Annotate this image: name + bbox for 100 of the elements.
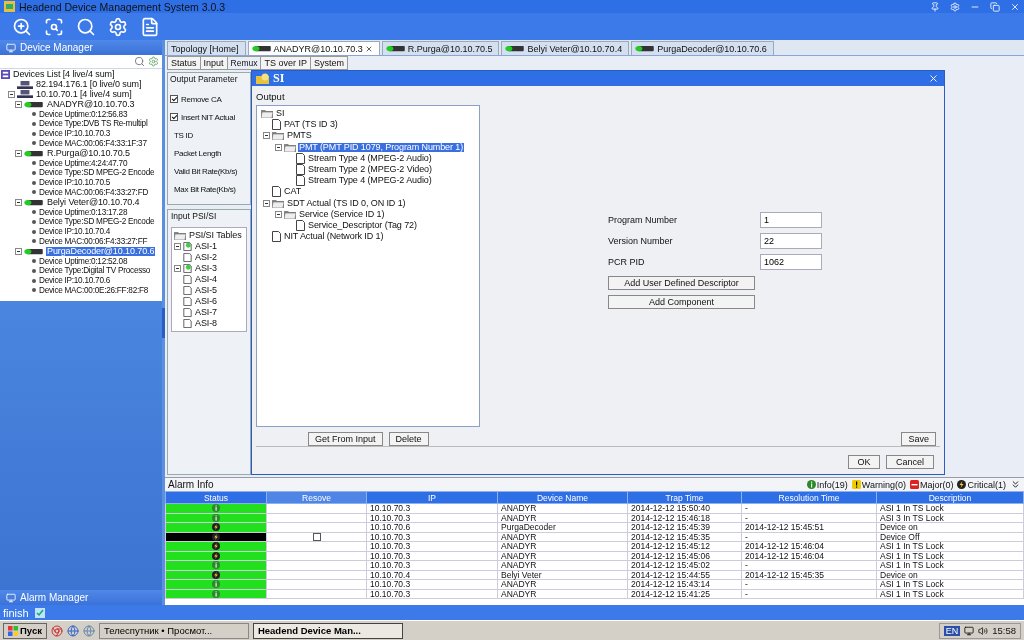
tree-item[interactable]: Device Type:SD MPEG-2 Encode (38, 217, 156, 227)
tree-item[interactable]: Device Uptime:0:12:56.83 (38, 109, 129, 119)
pin-icon[interactable] (930, 1, 940, 12)
collapse-icon[interactable] (15, 149, 22, 157)
column-header[interactable]: IP (366, 491, 498, 504)
tab[interactable]: Input (199, 56, 227, 70)
restore-icon[interactable] (990, 1, 1000, 12)
tree-item[interactable]: PurgaDecoder@10.10.70.6 (46, 246, 156, 256)
volume-icon[interactable] (978, 625, 989, 636)
column-header[interactable]: Device Name (497, 491, 628, 504)
document-icon[interactable] (140, 16, 160, 37)
panel-header[interactable]: Alarm Manager (0, 590, 162, 605)
tree-item[interactable]: Device MAC:00:0E:26:FF:82:F8 (38, 285, 150, 295)
device-tab[interactable]: PurgaDecoder@10.10.70.6 (631, 41, 774, 55)
expand-icon[interactable] (174, 265, 181, 272)
tree-item[interactable]: Device Type:DVB TS Re-multipl (38, 119, 149, 129)
tree-item[interactable]: Device IP:10.10.70.4 (38, 227, 111, 237)
tree-item[interactable]: ASI-6 (194, 297, 218, 306)
tree-item[interactable]: Belyi Veter@10.10.70.4 (46, 197, 141, 207)
tree-item[interactable]: ASI-2 (194, 253, 218, 262)
tree-item[interactable]: Device Type:Digital TV Processo (38, 266, 152, 276)
tree-item[interactable]: PMT (PMT PID 1079, Program Number 1) (298, 142, 465, 152)
tree-item[interactable]: Device Uptime:0:13:17.28 (38, 207, 129, 217)
tree-item[interactable]: NIT Actual (Network ID 1) (283, 232, 385, 242)
tree-item[interactable]: ASI-7 (194, 308, 218, 317)
tree-item[interactable]: Stream Type 4 (MPEG-2 Audio) (307, 153, 433, 163)
close-button[interactable] (927, 72, 940, 85)
column-header[interactable]: Resolution Time (741, 491, 877, 504)
tree-item[interactable]: ASI-8 (194, 319, 218, 328)
scan-search-icon[interactable] (44, 16, 64, 37)
tree-item[interactable]: Device MAC:00:06:F4:33:1F:37 (38, 138, 148, 148)
input-field[interactable]: 1062 (760, 253, 822, 270)
input-field[interactable]: 22 (760, 232, 822, 249)
ok-button[interactable]: OK (848, 454, 880, 469)
tree-item[interactable]: ASI-4 (194, 275, 218, 284)
collapse-icon[interactable] (15, 247, 22, 255)
cancel-button[interactable]: Cancel (886, 454, 934, 469)
search-icon[interactable] (76, 16, 96, 37)
action-button[interactable]: Add User Defined Descriptor (608, 276, 755, 290)
tree-item[interactable]: Device Uptime:0:12:52.08 (38, 256, 129, 266)
tree-item[interactable]: ASI-3 (194, 264, 218, 273)
tree-item[interactable]: Device MAC:00:06:F4:33:27:FF (38, 236, 149, 246)
tree-item[interactable]: Service_Descriptor (Tag 72) (307, 220, 418, 230)
action-button[interactable]: Delete (388, 432, 429, 446)
tab[interactable]: System (310, 56, 348, 70)
tree-item[interactable]: SI (275, 109, 286, 119)
tree-item[interactable]: Stream Type 2 (MPEG-2 Video) (307, 165, 433, 175)
tree-item[interactable]: Device Uptime:4:24:47.70 (38, 158, 129, 168)
tree-item[interactable]: Device Type:SD MPEG-2 Encode (38, 168, 156, 178)
checkbox[interactable] (312, 532, 321, 541)
tree-item[interactable]: SDT Actual (TS ID 0, ON ID 1) (286, 198, 407, 208)
action-button[interactable]: Add Component (608, 295, 755, 309)
device-tab[interactable]: Topology [Home] (167, 41, 246, 55)
close-icon[interactable] (1010, 1, 1020, 12)
tree-item[interactable]: 82.194.176.1 [0 live/0 sum] (35, 80, 143, 90)
tab[interactable]: Status (167, 56, 200, 70)
tree-item[interactable]: ASI-1 (194, 242, 218, 251)
action-button[interactable]: Get From Input (308, 432, 383, 446)
browser-icon[interactable] (50, 624, 63, 637)
tree-item[interactable]: ASI-5 (194, 286, 218, 295)
column-header[interactable]: Status (165, 491, 267, 504)
tree-item[interactable]: ANADYR@10.10.70.3 (46, 99, 136, 109)
device-tab[interactable]: R.Purga@10.10.70.5 (381, 41, 500, 55)
tree-item[interactable]: PSI/SI Tables (188, 231, 243, 240)
collapse-icon[interactable] (15, 198, 22, 206)
language-indicator[interactable]: EN (943, 625, 961, 636)
close-icon[interactable] (364, 44, 373, 53)
tab[interactable]: Remux (226, 56, 261, 70)
column-header[interactable]: Description (876, 491, 1024, 504)
zoom-in-icon[interactable] (12, 16, 32, 37)
taskbar-button[interactable]: Headend Device Man... (252, 622, 403, 639)
checkbox[interactable] (170, 95, 178, 103)
tree-item[interactable]: PMTS (286, 131, 313, 141)
start-button[interactable]: Пуск (3, 622, 47, 639)
column-header[interactable]: Trap Time (627, 491, 742, 504)
tree-item[interactable]: Device IP:10.10.70.6 (38, 276, 111, 286)
splitter-handle[interactable] (162, 307, 165, 338)
globe-icon[interactable] (66, 624, 79, 637)
tab[interactable]: TS over IP (260, 56, 310, 70)
tree-item[interactable]: Devices List [4 live/4 sum] (12, 70, 116, 80)
save-button[interactable]: Save (901, 432, 936, 446)
device-tab[interactable]: Belyi Veter@10.10.70.4 (501, 41, 630, 55)
tree-item[interactable]: Device IP:10.10.70.3 (38, 129, 111, 139)
tree-item[interactable]: R.Purga@10.10.70.5 (46, 148, 131, 158)
tree-item[interactable]: CAT (283, 187, 303, 197)
tree-item[interactable]: Service (Service ID 1) (298, 209, 386, 219)
checkbox[interactable] (170, 113, 178, 121)
input-field[interactable]: 1 (760, 211, 822, 228)
search-icon[interactable] (134, 56, 145, 67)
tree-item[interactable]: Stream Type 4 (MPEG-2 Audio) (307, 176, 433, 186)
taskbar-button[interactable]: Телеспутник • Просмот... (98, 622, 249, 639)
column-header[interactable]: Resove (266, 491, 367, 504)
device-tab[interactable]: ANADYR@10.10.70.3 (247, 41, 380, 55)
collapse-icon[interactable] (1010, 479, 1021, 490)
tree-item[interactable]: Device IP:10.10.70.5 (38, 178, 111, 188)
tree-item[interactable]: Device MAC:00:06:F4:33:27:FD (38, 187, 150, 197)
monitor-icon[interactable] (964, 625, 975, 636)
expand-icon[interactable] (174, 243, 181, 250)
tree-item[interactable]: 10.10.70.1 [4 live/4 sum] (35, 90, 133, 99)
tree-item[interactable]: PAT (TS ID 3) (283, 120, 339, 130)
